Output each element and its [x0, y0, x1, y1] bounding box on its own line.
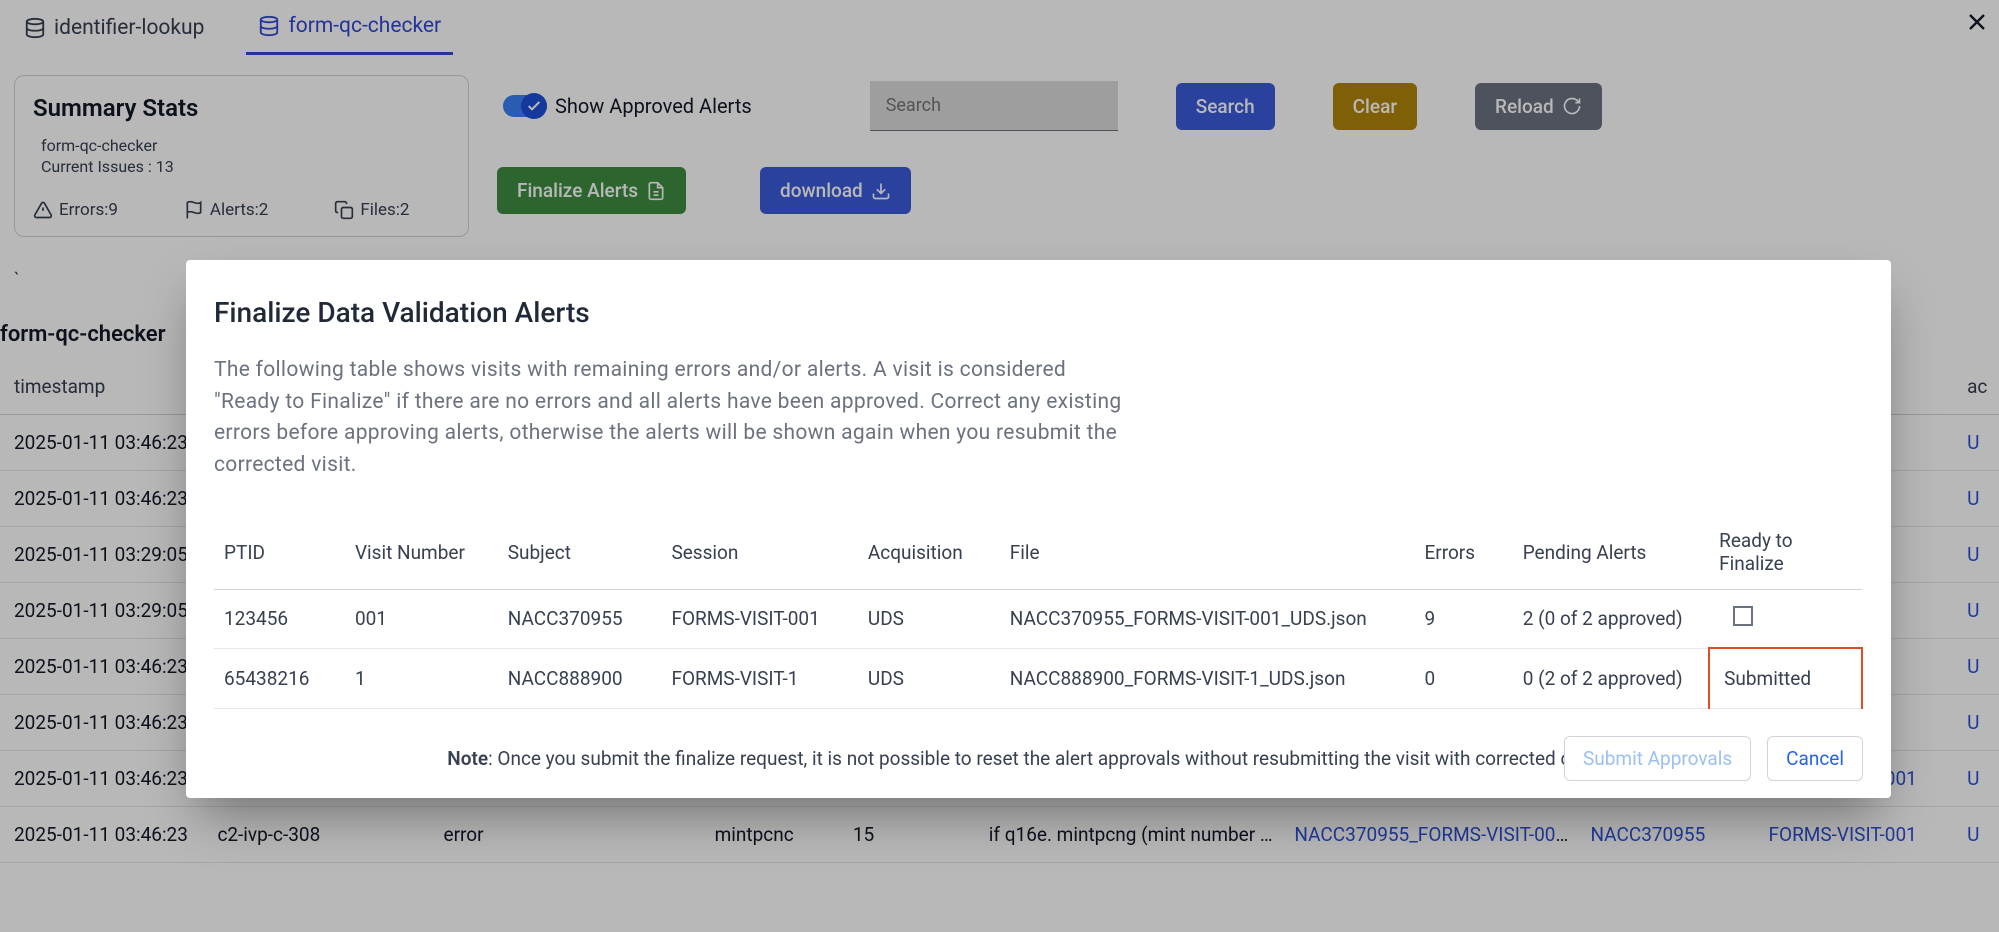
col-visit-number[interactable]: Visit Number	[345, 515, 498, 590]
modal-note: Note: Once you submit the finalize reque…	[447, 747, 1629, 770]
table-row: 654382161NACC888900FORMS-VISIT-1UDSNACC8…	[214, 648, 1862, 709]
modal-title: Finalize Data Validation Alerts	[214, 296, 1863, 329]
table-row: 123456001NACC370955FORMS-VISIT-001UDSNAC…	[214, 590, 1862, 649]
ready-checkbox[interactable]	[1733, 606, 1753, 626]
finalize-alerts-modal: Finalize Data Validation Alerts The foll…	[186, 260, 1891, 798]
col-file[interactable]: File	[1000, 515, 1415, 590]
finalize-table: PTID Visit Number Subject Session Acquis…	[214, 515, 1863, 709]
col-subject[interactable]: Subject	[498, 515, 662, 590]
submit-approvals-button[interactable]: Submit Approvals	[1564, 736, 1751, 781]
col-ptid[interactable]: PTID	[214, 515, 345, 590]
col-errors[interactable]: Errors	[1414, 515, 1512, 590]
col-ready-to-finalize[interactable]: Ready to Finalize	[1709, 515, 1862, 590]
col-acquisition[interactable]: Acquisition	[858, 515, 1000, 590]
modal-description: The following table shows visits with re…	[214, 355, 1134, 481]
col-pending-alerts[interactable]: Pending Alerts	[1513, 515, 1709, 590]
ready-status-submitted: Submitted	[1709, 648, 1862, 709]
cancel-button[interactable]: Cancel	[1767, 736, 1863, 781]
col-session[interactable]: Session	[661, 515, 857, 590]
